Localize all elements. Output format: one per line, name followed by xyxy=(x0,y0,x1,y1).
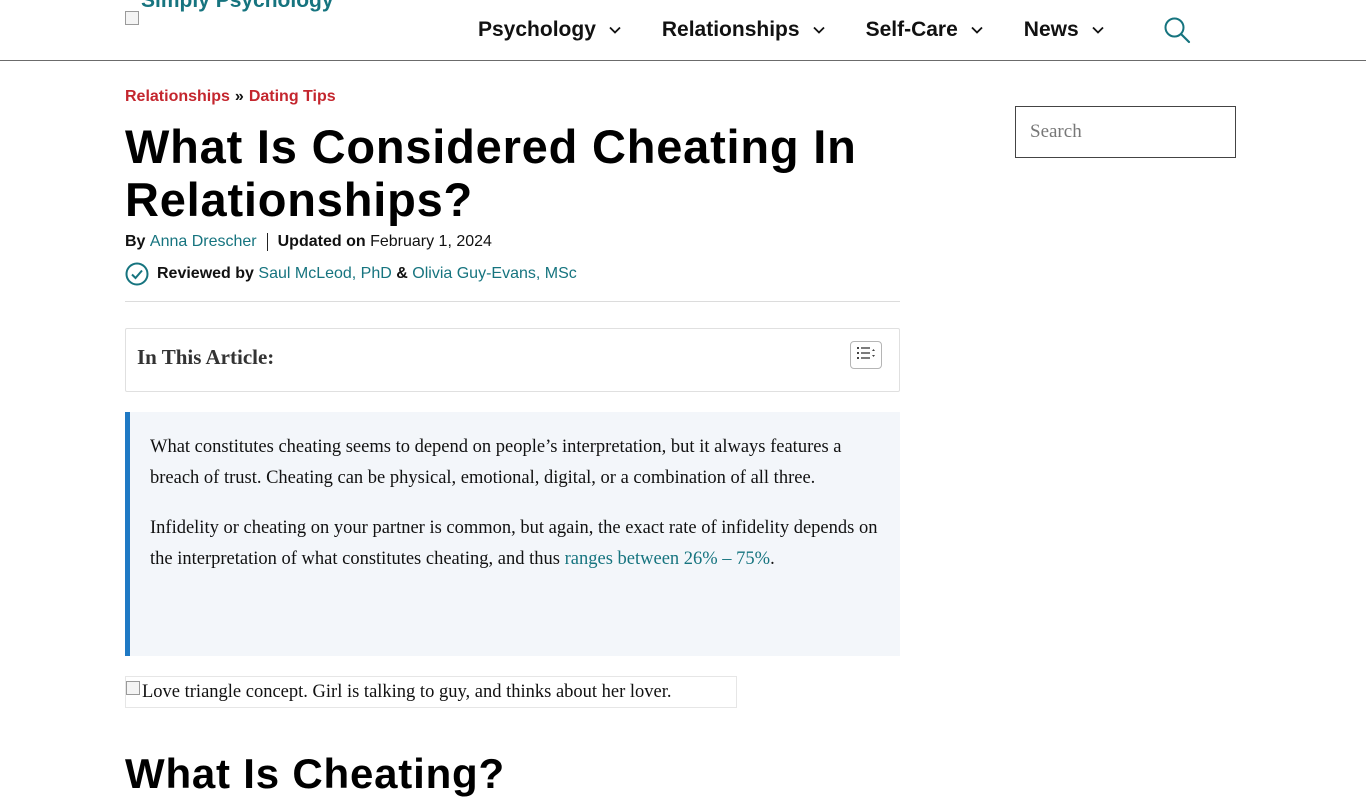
divider xyxy=(125,301,900,302)
table-of-contents: In This Article: xyxy=(125,328,900,392)
chevron-down-icon xyxy=(970,23,984,37)
site-logo[interactable]: Simply Psychology xyxy=(125,0,334,26)
nav-item-self-care[interactable]: Self-Care xyxy=(866,0,984,60)
author-link[interactable]: Anna Drescher xyxy=(150,233,257,251)
infidelity-rate-link[interactable]: ranges between 26% – 75% xyxy=(565,549,771,569)
nav-label: Psychology xyxy=(478,18,596,41)
reviewer-joiner: & xyxy=(396,265,408,282)
reviewed-label: Reviewed by xyxy=(157,265,254,282)
list-toggle-icon xyxy=(856,346,876,365)
byline-divider xyxy=(266,233,268,251)
key-point-1: What constitutes cheating seems to depen… xyxy=(150,437,842,488)
nav-label: News xyxy=(1023,18,1079,41)
breadcrumb-separator: » xyxy=(234,88,244,105)
reviewed-by: Reviewed by Saul McLeod, PhD & Olivia Gu… xyxy=(125,262,577,286)
breadcrumb: Relationships» Dating Tips xyxy=(125,88,336,106)
updated-date: February 1, 2024 xyxy=(370,233,492,250)
nav-label: Self-Care xyxy=(865,18,958,41)
breadcrumb-relationships[interactable]: Relationships xyxy=(125,88,230,105)
chevron-down-icon xyxy=(608,23,622,37)
nav-item-relationships[interactable]: Relationships xyxy=(662,0,826,60)
byline: By Anna Drescher Updated on February 1, … xyxy=(125,233,492,251)
page-title: What Is Considered Cheating In Relations… xyxy=(125,120,857,226)
breadcrumb-dating-tips[interactable]: Dating Tips xyxy=(249,88,336,105)
nav-label: Relationships xyxy=(661,18,800,41)
logo-alt-text: Simply Psychology xyxy=(141,0,334,12)
broken-image-icon xyxy=(125,11,139,25)
key-point-2: Infidelity or cheating on your partner i… xyxy=(150,513,880,574)
check-circle-icon xyxy=(125,262,149,286)
updated-label: Updated on xyxy=(277,233,366,250)
chevron-down-icon xyxy=(812,23,826,37)
sidebar-search-input[interactable] xyxy=(1015,106,1236,158)
key-point-2-end: . xyxy=(770,548,775,569)
toc-title: In This Article: xyxy=(137,345,275,369)
key-points-box: What constitutes cheating seems to depen… xyxy=(125,412,900,656)
reviewer-link-1[interactable]: Saul McLeod, PhD xyxy=(258,265,391,283)
reviewer-link-2[interactable]: Olivia Guy-Evans, MSc xyxy=(412,265,576,283)
broken-image-icon xyxy=(126,681,140,695)
hero-image-alt: Love triangle concept. Girl is talking t… xyxy=(142,681,672,702)
by-label: By xyxy=(125,233,146,250)
chevron-down-icon xyxy=(1091,23,1105,37)
site-header: Simply Psychology Psychology Relationshi… xyxy=(0,0,1366,61)
section-heading: What Is Cheating? xyxy=(125,750,505,797)
main-nav: Psychology Relationships Self-Care News xyxy=(478,0,1145,60)
toc-toggle-button[interactable] xyxy=(850,341,882,369)
nav-item-news[interactable]: News xyxy=(1024,0,1105,60)
hero-image: Love triangle concept. Girl is talking t… xyxy=(125,676,737,708)
search-icon[interactable] xyxy=(1163,16,1191,44)
nav-item-psychology[interactable]: Psychology xyxy=(478,0,622,60)
